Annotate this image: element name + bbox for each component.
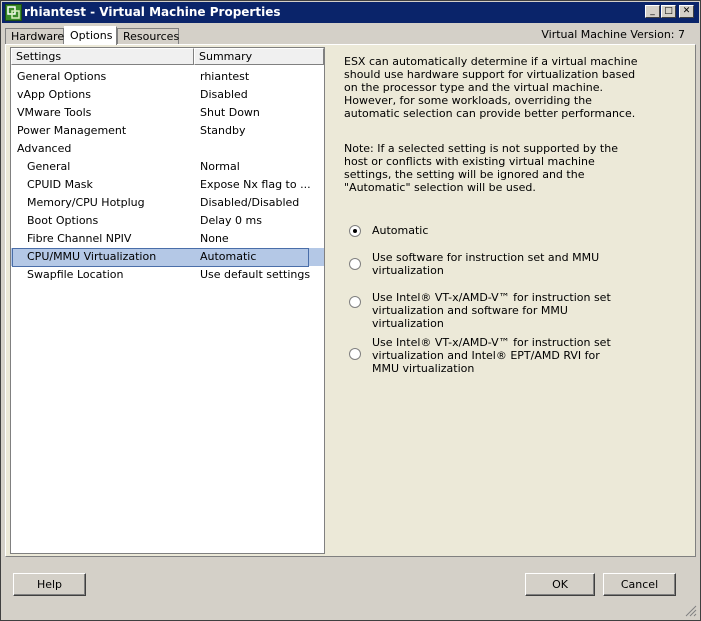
setting-name: General [27,160,71,173]
settings-row-memory-cpu-hotplug[interactable]: Memory/CPU Hotplug Disabled/Disabled [11,194,324,212]
setting-summary: Expose Nx flag to ... [200,178,311,191]
setting-summary: Disabled [200,88,248,101]
settings-row-vmware-tools[interactable]: VMware Tools Shut Down [11,104,324,122]
settings-row-advanced[interactable]: Advanced [11,140,324,158]
virtualization-note: Note: If a selected setting is not suppo… [344,142,618,194]
resize-grip-icon[interactable] [685,605,697,617]
setting-name: Fibre Channel NPIV [27,232,132,245]
setting-summary: Standby [200,124,246,137]
setting-name: Boot Options [27,214,99,227]
minimize-button[interactable]: _ [645,5,660,18]
options-panel: Settings Summary General Options rhiante… [5,44,696,557]
settings-row-general-options[interactable]: General Options rhiantest [11,68,324,86]
settings-row-cpu-mmu-virtualization[interactable]: CPU/MMU Virtualization Automatic [11,248,324,267]
setting-summary: None [200,232,229,245]
setting-summary: Automatic [200,250,257,263]
setting-summary: rhiantest [200,70,250,83]
window-title: rhiantest - Virtual Machine Properties [24,5,281,19]
option-label: Automatic [372,224,429,237]
tab-resources[interactable]: Resources [117,28,179,45]
tab-options[interactable]: Options [64,26,117,45]
column-header-summary[interactable]: Summary [194,48,324,65]
setting-name: VMware Tools [17,106,92,119]
radio-button-icon[interactable] [349,225,361,237]
virtualization-description: ESX can automatically determine if a vir… [344,55,638,120]
properties-window: rhiantest - Virtual Machine Properties _… [0,0,701,621]
setting-name: vApp Options [17,88,91,101]
settings-row-cpuid-mask[interactable]: CPUID Mask Expose Nx flag to ... [11,176,324,194]
setting-name: General Options [17,70,107,83]
option-label: Use Intel® VT-x/AMD-V™ for instruction s… [372,336,611,375]
setting-summary: Delay 0 ms [200,214,262,227]
setting-summary: Disabled/Disabled [200,196,300,209]
close-button[interactable]: ✕ [679,5,694,18]
setting-name: CPU/MMU Virtualization [27,250,157,263]
setting-name: Swapfile Location [27,268,124,281]
setting-name: Memory/CPU Hotplug [27,196,145,209]
radio-button-icon[interactable] [349,348,361,360]
setting-summary: Use default settings [200,268,311,281]
title-bar[interactable]: rhiantest - Virtual Machine Properties _… [2,2,699,23]
ok-button[interactable]: OK [525,573,595,596]
settings-row-boot-options[interactable]: Boot Options Delay 0 ms [11,212,324,230]
settings-row-fibre-channel-npiv[interactable]: Fibre Channel NPIV None [11,230,324,248]
settings-row-power-management[interactable]: Power Management Standby [11,122,324,140]
vm-app-icon [5,4,22,21]
maximize-button[interactable]: □ [661,5,676,18]
radio-button-icon[interactable] [349,296,361,308]
option-label: Use software for instruction set and MMU… [372,251,600,277]
settings-row-vapp-options[interactable]: vApp Options Disabled [11,86,324,104]
cancel-button[interactable]: Cancel [603,573,676,596]
setting-summary: Normal [200,160,240,173]
help-button[interactable]: Help [13,573,86,596]
setting-name: Advanced [17,142,72,155]
tab-hardware[interactable]: Hardware [5,28,64,45]
settings-list[interactable]: Settings Summary General Options rhiante… [10,47,325,554]
settings-row-swapfile-location[interactable]: Swapfile Location Use default settings [11,266,324,284]
option-label: Use Intel® VT-x/AMD-V™ for instruction s… [372,291,611,330]
radio-button-icon[interactable] [349,258,361,270]
setting-summary: Shut Down [200,106,260,119]
column-header-settings[interactable]: Settings [11,48,194,65]
settings-row-general[interactable]: General Normal [11,158,324,176]
vm-version-label: Virtual Machine Version: 7 [541,28,685,41]
list-header: Settings Summary [11,48,324,65]
setting-name: CPUID Mask [27,178,93,191]
setting-name: Power Management [17,124,127,137]
